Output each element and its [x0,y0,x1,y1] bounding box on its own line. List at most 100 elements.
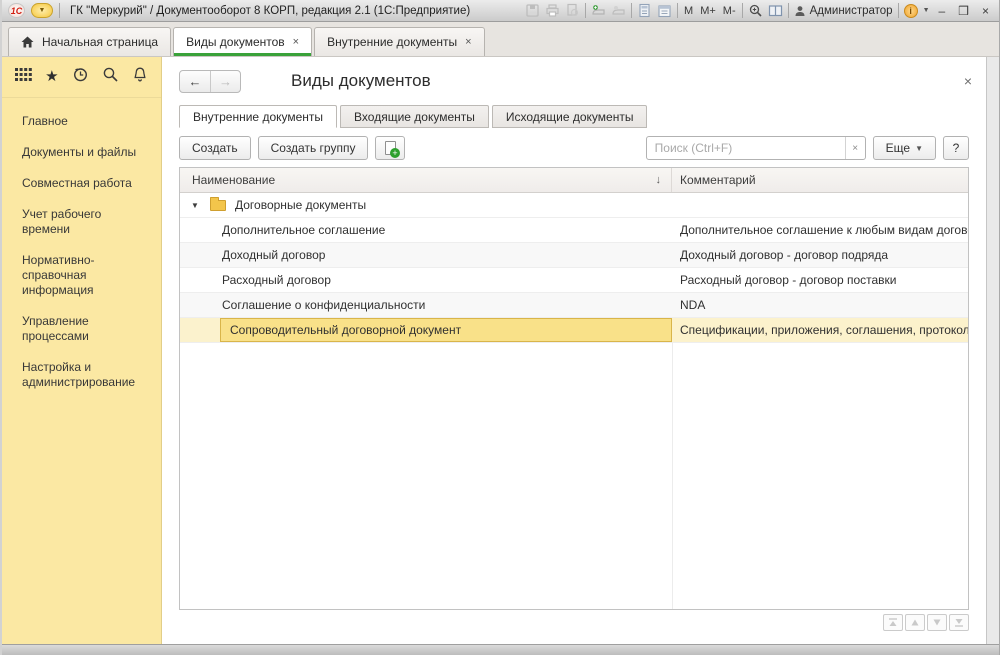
tab-label: Внутренние документы [327,35,457,49]
tab-label: Виды документов [186,35,285,49]
main-menu-button[interactable]: ▼ [31,3,53,18]
calculator-icon[interactable] [637,3,652,18]
row-comment: NDA [672,293,968,317]
row-comment: Спецификации, приложения, соглашения, пр… [672,318,968,342]
split-window-icon[interactable] [768,3,783,18]
go-to-top-button[interactable] [883,614,903,631]
sidebar-item-settings-administration[interactable]: Настройка и администрирование [2,352,161,398]
table-row[interactable]: Расходный договор Расходный договор - до… [180,268,968,293]
command-bar: Создать Создать группу × Еще▼ ? [162,128,986,167]
chevron-down-icon[interactable]: ▼ [923,7,930,14]
row-name: Сопроводительный договорной документ [230,323,461,337]
scrollbar-area[interactable] [986,57,999,644]
maximize-button[interactable]: ❒ [954,5,973,17]
page-title: Виды документов [291,71,431,91]
window-title: ГК "Меркурий" / Документооборот 8 КОРП, … [70,5,470,17]
page-up-button[interactable] [905,614,925,631]
memory-subtract-button[interactable]: M- [722,5,737,17]
create-group-button[interactable]: Создать группу [258,136,369,160]
create-button[interactable]: Создать [179,136,251,160]
info-icon[interactable]: i [904,4,918,18]
window-tabbar: Начальная страница Виды документов × Вну… [2,22,999,57]
back-button[interactable]: ← [180,71,210,92]
app-body: ★ Главное Документы и файлы Совместная р… [2,57,999,645]
user-name: Администратор [810,5,893,17]
row-comment [672,193,968,217]
search-clear-icon[interactable]: × [845,137,865,159]
main-area: ← → Виды документов × Внутренние докумен… [162,57,986,644]
row-name: Соглашение о конфиденциальности [180,298,425,312]
sidebar-toolbar: ★ [2,57,161,98]
titlebar-actions: M M+ M- Администратор i ▼ – ❒ × [525,3,993,18]
tab-home[interactable]: Начальная страница [8,27,171,56]
chevron-down-icon: ▼ [39,7,46,14]
row-name: Доходный договор [180,248,325,262]
sidebar-item-process-management[interactable]: Управление процессами [2,306,161,352]
tab-close-icon[interactable]: × [293,36,299,48]
print-preview-icon[interactable] [565,3,580,18]
chevron-down-icon: ▼ [915,144,923,153]
tab-close-icon[interactable]: × [465,36,471,48]
tab-internal-documents[interactable]: Внутренние документы × [314,27,484,56]
page-down-button[interactable] [927,614,947,631]
history-nav: ← → [179,70,241,93]
tab-label: Начальная страница [42,35,158,49]
table-group-row[interactable]: ▼ Договорные документы [180,193,968,218]
sort-descending-icon: ↓ [656,174,672,186]
sections-menu-icon[interactable] [15,68,32,84]
column-header-comment[interactable]: Комментарий [672,173,968,187]
table-row-selected[interactable]: Сопроводительный договорной документ Спе… [180,318,968,343]
sidebar-item-collaboration[interactable]: Совместная работа [2,168,161,199]
search-icon[interactable] [102,66,119,86]
current-user[interactable]: Администратор [794,5,893,17]
tab-document-kinds[interactable]: Виды документов × [173,27,312,56]
row-name: Расходный договор [180,273,331,287]
sidebar-item-reference-info[interactable]: Нормативно-справочная информация [2,245,161,306]
divider [898,3,899,18]
table-row[interactable]: Доходный договор Доходный договор - дого… [180,243,968,268]
collapse-triangle-icon[interactable]: ▼ [180,201,210,210]
divider [585,3,586,18]
divider [631,3,632,18]
zoom-icon[interactable] [748,3,763,18]
search-box: × [646,136,866,160]
table-row[interactable]: Дополнительное соглашение Дополнительное… [180,218,968,243]
history-icon[interactable] [72,66,89,86]
sidebar-item-documents-files[interactable]: Документы и файлы [2,137,161,168]
calendar-icon[interactable] [657,3,672,18]
table-header: Наименование ↓ Комментарий [180,168,968,193]
add-favorite-icon[interactable] [591,3,606,18]
save-icon[interactable] [525,3,540,18]
form-header: ← → Виды документов × [162,57,986,105]
close-button[interactable]: × [978,5,993,17]
favorites-icon[interactable]: ★ [45,69,58,84]
divider [742,3,743,18]
sidebar-item-main[interactable]: Главное [2,106,161,137]
help-button[interactable]: ? [943,136,969,160]
more-button[interactable]: Еще▼ [873,136,936,160]
selected-cell[interactable]: Сопроводительный договорной документ [220,318,672,342]
window-bottom-edge [2,645,999,655]
tab-internal-docs[interactable]: Внутренние документы [179,105,337,128]
memory-add-button[interactable]: M+ [699,5,717,17]
show-link-icon[interactable] [611,3,626,18]
memory-store-button[interactable]: M [683,5,694,17]
form-close-icon[interactable]: × [964,74,972,88]
new-document-plus-icon [385,141,396,155]
selection-indent [180,318,220,342]
list-navigation [179,614,969,631]
minimize-button[interactable]: – [935,5,950,17]
print-icon[interactable] [545,3,560,18]
forward-button[interactable]: → [210,71,240,92]
create-by-copy-button[interactable] [375,136,405,160]
tab-incoming-docs[interactable]: Входящие документы [340,105,489,128]
sidebar-item-time-tracking[interactable]: Учет рабочего времени [2,199,161,245]
column-header-name[interactable]: Наименование ↓ [180,168,672,192]
notifications-bell-icon[interactable] [132,66,148,86]
search-input[interactable] [647,137,845,159]
row-comment: Доходный договор - договор подряда [672,243,968,267]
tab-outgoing-docs[interactable]: Исходящие документы [492,105,648,128]
table-row[interactable]: Соглашение о конфиденциальности NDA [180,293,968,318]
divider [788,3,789,18]
go-to-bottom-button[interactable] [949,614,969,631]
